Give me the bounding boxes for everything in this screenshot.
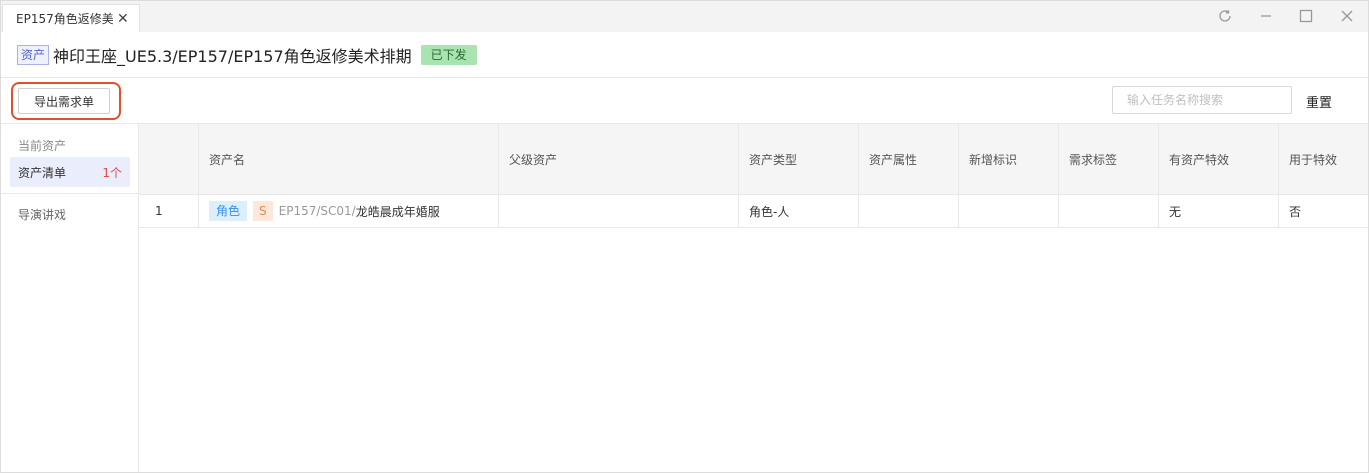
row-asset-attribute (858, 195, 958, 227)
task-search-input[interactable] (1112, 86, 1292, 114)
tab-asset-schedule[interactable]: EP157角色返修美 ✕ (2, 4, 140, 32)
sidebar-item-label: 资产清单 (18, 165, 67, 180)
row-index: 1 (155, 204, 163, 218)
row-parent-asset (498, 195, 738, 227)
column-header-has-vfx[interactable]: 有资产特效 (1158, 124, 1278, 194)
export-requirements-button[interactable]: 导出需求单 (18, 88, 110, 114)
tab-title: EP157角色返修美 (16, 12, 113, 26)
sidebar: 当前资产 资产清单 1个 导演讲戏 (1, 124, 139, 472)
column-header-asset-attribute[interactable]: 资产属性 (858, 124, 958, 194)
sidebar-item-asset-list[interactable]: 资产清单 1个 (10, 157, 130, 187)
column-header-new-flag[interactable]: 新增标识 (958, 124, 1058, 194)
row-new-flag (958, 195, 1058, 227)
column-header-parent-asset[interactable]: 父级资产 (498, 124, 738, 194)
app-window: EP157角色返修美 ✕ 资产 神印王座_UE5.3/EP157/EP157角色… (0, 0, 1369, 473)
row-for-vfx: 否 (1278, 195, 1368, 227)
column-header-index (139, 124, 198, 194)
asset-level-tag: S (253, 201, 273, 221)
page-header: 资产 神印王座_UE5.3/EP157/EP157角色返修美术排期 已下发 (1, 32, 1368, 78)
row-has-vfx: 无 (1158, 195, 1278, 227)
asset-type-tag: 角色 (209, 201, 248, 221)
row-asset-name[interactable]: 角色 S EP157/SC01/龙皓晨成年婚服 (198, 195, 498, 227)
column-header-asset-name[interactable]: 资产名 (198, 124, 498, 194)
tab-close-icon[interactable]: ✕ (117, 11, 129, 27)
table-row[interactable]: 1 角色 S EP157/SC01/龙皓晨成年婚服 角色-人 无 否 (139, 195, 1368, 228)
minimize-icon[interactable] (1255, 5, 1277, 27)
tab-bar: EP157角色返修美 ✕ (1, 1, 1368, 32)
row-requirement-tag (1058, 195, 1158, 227)
reset-button[interactable]: 重置 (1306, 92, 1332, 111)
column-header-for-vfx[interactable]: 用于特效 (1278, 124, 1368, 194)
column-header-asset-type[interactable]: 资产类型 (738, 124, 858, 194)
sidebar-item-count: 1个 (102, 165, 122, 180)
sidebar-item-director-notes[interactable]: 导演讲戏 (18, 206, 66, 223)
page-title: 神印王座_UE5.3/EP157/EP157角色返修美术排期 (53, 46, 412, 66)
asset-path-name: 龙皓晨成年婚服 (355, 204, 440, 219)
status-badge: 已下发 (420, 44, 477, 65)
column-header-requirement-tag[interactable]: 需求标签 (1058, 124, 1158, 194)
refresh-icon[interactable] (1214, 5, 1236, 27)
asset-path-prefix: EP157/SC01/ (278, 204, 356, 218)
row-asset-type: 角色-人 (738, 195, 858, 227)
table-header: 资产名 父级资产 资产类型 资产属性 新增标识 需求标签 有资产特效 用于特效 (139, 124, 1368, 195)
maximize-icon[interactable] (1295, 5, 1317, 27)
sidebar-heading: 当前资产 (18, 139, 67, 153)
close-window-icon[interactable] (1336, 5, 1358, 27)
asset-category-tag: 资产 (17, 44, 50, 65)
toolbar: 导出需求单 重置 (1, 78, 1368, 124)
sidebar-divider (1, 193, 138, 194)
